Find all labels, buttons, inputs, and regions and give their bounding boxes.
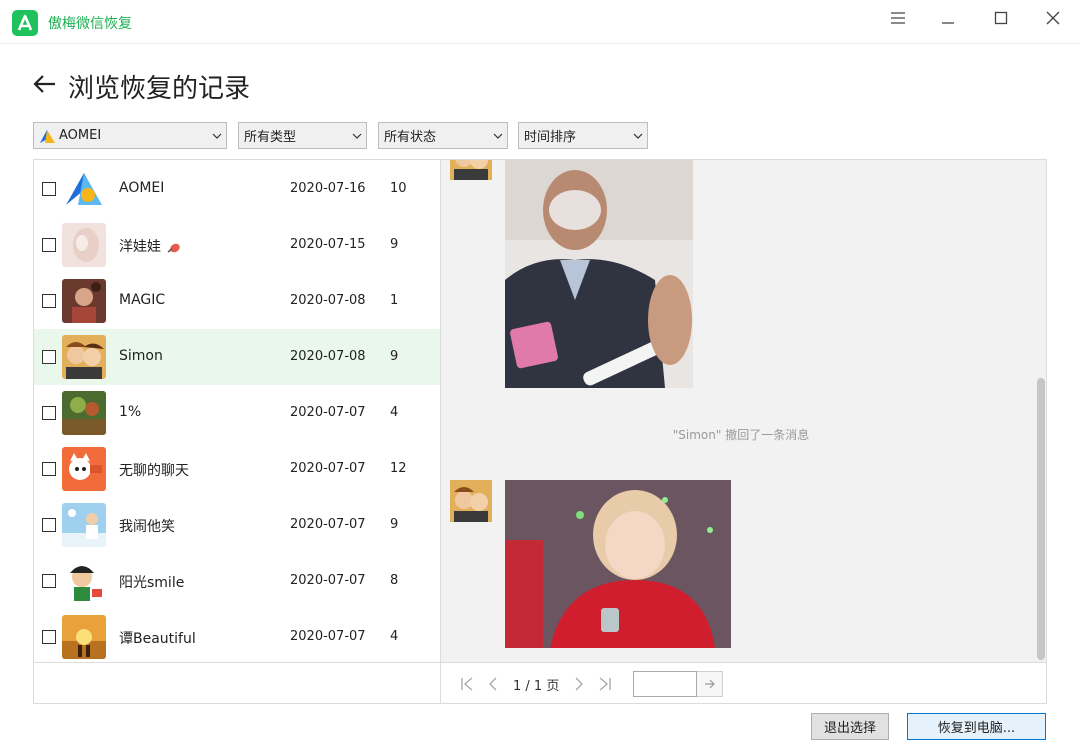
avatar — [62, 447, 106, 491]
contact-row[interactable]: 洋娃娃 2020-07-15 9 — [34, 217, 440, 273]
contact-name: MAGIC — [119, 292, 166, 308]
arrow-left-icon[interactable] — [31, 70, 59, 98]
chevron-down-icon — [629, 122, 647, 149]
avatar — [62, 503, 106, 547]
contact-checkbox[interactable] — [42, 574, 56, 588]
contact-name-text: 洋娃娃 — [119, 239, 161, 255]
hamburger-icon[interactable] — [880, 6, 916, 30]
chat-scrollbar[interactable] — [1037, 378, 1045, 660]
contact-name: 谭Beautiful — [119, 631, 196, 647]
emoji-icon — [165, 239, 183, 255]
chat-image[interactable] — [505, 160, 693, 388]
contact-checkbox[interactable] — [42, 350, 56, 364]
app-logo-icon — [12, 10, 38, 36]
sort-select-value: 时间排序 — [524, 130, 577, 145]
maximize-icon[interactable] — [983, 6, 1019, 30]
contact-message-count: 9 — [390, 349, 399, 364]
aomei-logo-icon — [39, 128, 57, 144]
close-icon[interactable] — [1035, 6, 1071, 30]
app-title: 傲梅微信恢复 — [48, 16, 132, 32]
contact-row[interactable]: MAGIC 2020-07-08 1 — [34, 273, 440, 329]
chevron-down-icon — [489, 122, 507, 149]
avatar — [62, 335, 106, 379]
contact-checkbox[interactable] — [42, 462, 56, 476]
contact-checkbox[interactable] — [42, 294, 56, 308]
avatar — [62, 279, 106, 323]
contact-message-count: 10 — [390, 181, 407, 196]
contact-date: 2020-07-08 — [290, 293, 366, 308]
contact-name: 无聊的聊天 — [119, 463, 189, 479]
contact-date: 2020-07-16 — [290, 181, 366, 196]
pagination-bar: 1 / 1 页 — [440, 662, 1047, 704]
contact-row[interactable]: 谭Beautiful 2020-07-07 4 — [34, 609, 440, 662]
contact-checkbox[interactable] — [42, 630, 56, 644]
contact-checkbox[interactable] — [42, 406, 56, 420]
contact-date: 2020-07-15 — [290, 237, 366, 252]
chevron-down-icon — [348, 122, 366, 149]
contact-message-count: 4 — [390, 405, 399, 420]
contact-name: 洋娃娃 — [119, 236, 183, 256]
contact-message-count: 8 — [390, 573, 399, 588]
prev-page-icon[interactable] — [485, 676, 501, 692]
account-select[interactable]: AOMEI — [33, 122, 227, 149]
contact-row[interactable]: 阳光smile 2020-07-07 8 — [34, 553, 440, 609]
contact-name: 1% — [119, 404, 142, 420]
avatar — [62, 223, 106, 267]
last-page-icon[interactable] — [597, 676, 613, 692]
arrow-right-icon — [704, 679, 715, 689]
page-title: 浏览恢复的记录 — [68, 74, 251, 104]
first-page-icon[interactable] — [459, 676, 475, 692]
contact-row[interactable]: 无聊的聊天 2020-07-07 12 — [34, 441, 440, 497]
type-select-value: 所有类型 — [244, 130, 297, 145]
contact-row[interactable]: AOMEI 2020-07-16 10 — [34, 161, 440, 217]
avatar — [62, 615, 106, 659]
contact-list: AOMEI 2020-07-16 10 洋娃娃 2020-07-15 9 MAG… — [33, 159, 440, 663]
recall-notice: "Simon" 撤回了一条消息 — [672, 428, 810, 442]
sort-select[interactable]: 时间排序 — [518, 122, 648, 149]
contact-name: 阳光smile — [119, 575, 185, 591]
message-avatar — [450, 480, 492, 522]
exit-select-button[interactable]: 退出选择 — [811, 713, 889, 740]
contact-date: 2020-07-07 — [290, 629, 366, 644]
contact-message-count: 9 — [390, 517, 399, 532]
contact-name: Simon — [119, 348, 163, 364]
contact-date: 2020-07-07 — [290, 517, 366, 532]
avatar — [62, 559, 106, 603]
contact-row[interactable]: 我闹他笑 2020-07-07 9 — [34, 497, 440, 553]
contact-message-count: 12 — [390, 461, 407, 476]
contact-message-count: 1 — [390, 293, 399, 308]
chat-preview: "Simon" 撤回了一条消息 — [440, 159, 1047, 663]
next-page-icon[interactable] — [571, 676, 587, 692]
type-select[interactable]: 所有类型 — [238, 122, 367, 149]
contact-message-count: 4 — [390, 629, 399, 644]
contact-checkbox[interactable] — [42, 182, 56, 196]
contact-message-count: 9 — [390, 237, 399, 252]
contact-name: AOMEI — [119, 180, 165, 196]
contact-date: 2020-07-07 — [290, 573, 366, 588]
contact-row-selected[interactable]: Simon 2020-07-08 9 — [34, 329, 440, 385]
minimize-icon[interactable] — [930, 6, 966, 30]
contact-checkbox[interactable] — [42, 238, 56, 252]
chevron-down-icon — [208, 122, 226, 149]
page-jump-input[interactable] — [633, 671, 697, 697]
status-select[interactable]: 所有状态 — [378, 122, 508, 149]
avatar — [62, 167, 106, 211]
page-jump-button[interactable] — [697, 671, 723, 697]
title-bar: 傲梅微信恢复 — [0, 0, 1080, 44]
chat-image[interactable] — [505, 480, 731, 648]
page-indicator: 1 / 1 页 — [513, 679, 560, 694]
contact-list-footer — [33, 662, 440, 704]
contact-checkbox[interactable] — [42, 518, 56, 532]
status-select-value: 所有状态 — [384, 130, 437, 145]
contact-name: 我闹他笑 — [119, 519, 175, 535]
contact-row[interactable]: 1% 2020-07-07 4 — [34, 385, 440, 441]
restore-to-pc-button[interactable]: 恢复到电脑... — [907, 713, 1046, 740]
account-select-value: AOMEI — [59, 128, 102, 143]
contact-date: 2020-07-07 — [290, 461, 366, 476]
contact-date: 2020-07-08 — [290, 349, 366, 364]
avatar — [62, 391, 106, 435]
contact-date: 2020-07-07 — [290, 405, 366, 420]
message-avatar — [450, 160, 492, 180]
